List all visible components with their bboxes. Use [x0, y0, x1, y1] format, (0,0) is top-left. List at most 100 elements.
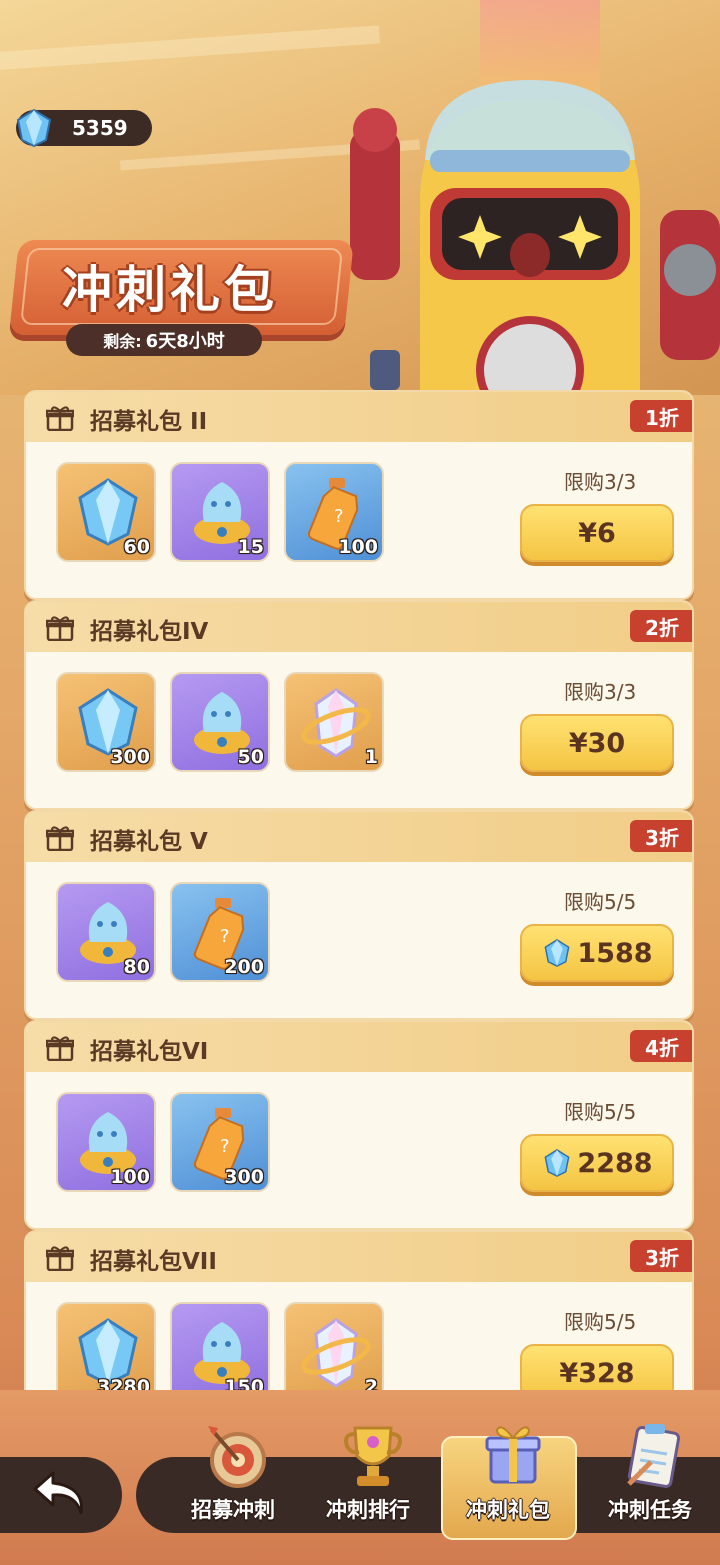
gift-icon: [46, 826, 74, 851]
gift-icon: [46, 616, 74, 641]
price: 1588: [577, 937, 653, 969]
pack-header: 招募礼包IV 2折: [26, 602, 692, 652]
purchase-limit: 限购3/3: [564, 470, 637, 494]
item-count: 300: [224, 1166, 264, 1188]
reward-item[interactable]: 60: [56, 462, 156, 562]
buy-button[interactable]: ¥6: [520, 504, 674, 562]
item-count: 80: [123, 956, 150, 978]
item-count: 3280: [97, 1376, 150, 1390]
reward-item[interactable]: ? 100: [284, 462, 384, 562]
price: ¥328: [559, 1357, 635, 1389]
purchase-limit: 限购3/3: [564, 680, 637, 704]
timer-label: 剩余:: [103, 332, 142, 351]
reward-item[interactable]: 50: [170, 672, 270, 772]
pack-name: 招募礼包IV: [90, 619, 209, 645]
tab-sprint-tasks[interactable]: 冲刺任务: [585, 1420, 715, 1540]
discount-badge: 1折: [630, 400, 692, 432]
back-arrow-icon: [33, 1471, 83, 1515]
item-count: 60: [123, 536, 150, 558]
tab-label: 冲刺排行: [326, 1498, 410, 1522]
discount-badge: 3折: [630, 820, 692, 852]
gift-icon: [46, 1246, 74, 1271]
pack-name: 招募礼包VII: [90, 1249, 217, 1275]
diamond-icon: [16, 108, 52, 148]
gem-count: 5359: [72, 116, 128, 140]
pack-card: 招募礼包 II 1折 60 15 ? 100 限购3/3 ¥6: [24, 390, 694, 600]
svg-text:?: ?: [334, 506, 344, 527]
buy-button[interactable]: 1588: [520, 924, 674, 982]
back-button[interactable]: [0, 1457, 122, 1533]
pack-header: 招募礼包 II 1折: [26, 392, 692, 442]
price: ¥6: [578, 517, 616, 549]
reward-item[interactable]: 3280: [56, 1302, 156, 1390]
gift-icon: [46, 406, 74, 431]
event-banner: 5359 冲刺礼包 剩余: 6天8小时: [0, 0, 720, 395]
crystal-ring-icon: [301, 688, 371, 758]
discount-badge: 3折: [630, 1240, 692, 1272]
pack-card: 招募礼包VII 3折 3280 150 2 限购5/5 ¥328: [24, 1230, 694, 1390]
item-count: 1: [364, 746, 378, 768]
item-count: 100: [338, 536, 378, 558]
purchase-limit: 限购5/5: [564, 1100, 637, 1124]
tab-label: 冲刺礼包: [466, 1498, 550, 1522]
tab-label: 冲刺任务: [608, 1498, 692, 1522]
reward-item[interactable]: 150: [170, 1302, 270, 1390]
pack-list[interactable]: 招募礼包 II 1折 60 15 ? 100 限购3/3 ¥6 招募礼包IV 2…: [0, 378, 720, 1390]
tab-label: 招募冲刺: [191, 1498, 275, 1522]
reward-item[interactable]: ? 200: [170, 882, 270, 982]
item-count: 100: [110, 1166, 150, 1188]
pack-items: 100 ? 300: [56, 1092, 270, 1192]
reward-item[interactable]: 1: [284, 672, 384, 772]
diamond-icon: [544, 1149, 570, 1177]
tab-sprint-ranking[interactable]: 冲刺排行: [303, 1420, 433, 1540]
reward-item[interactable]: 100: [56, 1092, 156, 1192]
trophy-icon: [344, 1426, 402, 1486]
svg-text:?: ?: [220, 1136, 230, 1157]
reward-item[interactable]: ? 300: [170, 1092, 270, 1192]
pack-card: 招募礼包IV 2折 300 50 1 限购3/3 ¥30: [24, 600, 694, 810]
pack-name: 招募礼包 II: [90, 409, 208, 435]
item-count: 150: [224, 1376, 264, 1390]
reward-item[interactable]: 15: [170, 462, 270, 562]
pack-header: 招募礼包VII 3折: [26, 1232, 692, 1282]
item-count: 300: [110, 746, 150, 768]
pack-items: 3280 150 2: [56, 1302, 384, 1390]
pack-items: 60 15 ? 100: [56, 462, 384, 562]
pack-name: 招募礼包 V: [90, 829, 208, 855]
item-count: 50: [237, 746, 264, 768]
reward-item[interactable]: 80: [56, 882, 156, 982]
item-count: 15: [237, 536, 264, 558]
price: 2288: [577, 1147, 653, 1179]
item-count: 200: [224, 956, 264, 978]
purchase-limit: 限购5/5: [564, 890, 637, 914]
discount-badge: 4折: [630, 1030, 692, 1062]
gift-box-icon: [485, 1426, 541, 1484]
diamond-icon: [544, 939, 570, 967]
page-title: 冲刺礼包: [62, 261, 278, 319]
gem-balance: 5359: [16, 108, 152, 148]
buy-button[interactable]: ¥328: [520, 1344, 674, 1390]
dartboard-icon: [208, 1426, 266, 1488]
tab-recruit-sprint[interactable]: 招募冲刺: [168, 1420, 298, 1540]
reward-item[interactable]: 2: [284, 1302, 384, 1390]
pack-card: 招募礼包VI 4折 100 ? 300 限购5/5 2288: [24, 1020, 694, 1230]
buy-button[interactable]: ¥30: [520, 714, 674, 772]
gift-icon: [46, 1036, 74, 1061]
purchase-limit: 限购5/5: [564, 1310, 637, 1334]
timer-value: 6天8小时: [145, 331, 225, 352]
discount-badge: 2折: [630, 610, 692, 642]
crystal-ring-icon: [301, 1318, 371, 1388]
pack-name: 招募礼包VI: [90, 1039, 209, 1065]
buy-button[interactable]: 2288: [520, 1134, 674, 1192]
tab-sprint-gift[interactable]: 冲刺礼包: [441, 1420, 577, 1540]
pack-items: 80 ? 200: [56, 882, 270, 982]
clipboard-icon: [627, 1424, 681, 1488]
svg-text:?: ?: [220, 926, 230, 947]
price: ¥30: [568, 727, 626, 759]
reward-item[interactable]: 300: [56, 672, 156, 772]
pack-items: 300 50 1: [56, 672, 384, 772]
robot-mascot-illustration: [350, 80, 720, 395]
pack-header: 招募礼包VI 4折: [26, 1022, 692, 1072]
pack-header: 招募礼包 V 3折: [26, 812, 692, 862]
pack-card: 招募礼包 V 3折 80 ? 200 限购5/5 1588: [24, 810, 694, 1020]
